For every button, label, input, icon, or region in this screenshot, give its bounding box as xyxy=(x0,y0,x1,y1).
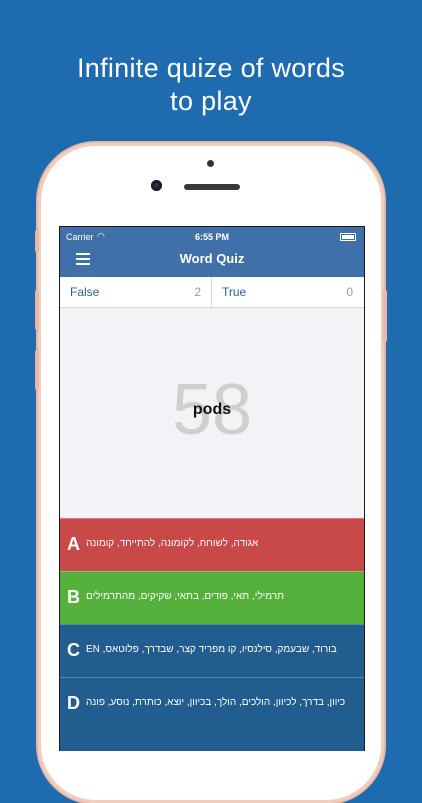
answer-option-d[interactable]: D כיוון, בדרך, לכיוון, הולכים, הולך, בכי… xyxy=(60,677,364,751)
answer-text: כיוון, בדרך, לכיוון, הולכים, הולך, בכיוו… xyxy=(86,697,346,708)
false-score-value: 2 xyxy=(194,285,201,299)
answer-text: אגודה, לשוחח, לקומונה, להתייחד, קומונה xyxy=(86,538,259,549)
battery-icon xyxy=(340,233,356,241)
false-score: False 2 xyxy=(60,277,212,307)
true-score-label: True xyxy=(222,285,247,299)
answer-letter: C xyxy=(67,640,80,660)
volume-up-button xyxy=(35,290,39,330)
answer-text: בורוד, שבעמק, סילנסיו, קו מפריד קצר, שבד… xyxy=(86,644,337,655)
page-title: Word Quiz xyxy=(179,251,245,266)
power-button xyxy=(383,290,387,342)
status-time: 6:55 PM xyxy=(194,232,229,242)
earpiece-speaker xyxy=(184,184,240,190)
answer-letter: A xyxy=(67,534,80,554)
navigation-bar: Carrier ◠ 6:55 PM Word Quiz xyxy=(60,227,364,277)
true-score-value: 0 xyxy=(346,285,353,299)
true-score: True 0 xyxy=(212,277,363,307)
answer-letter: B xyxy=(67,587,80,607)
headline-line-1: Infinite quize of words xyxy=(76,53,346,83)
false-score-label: False xyxy=(70,285,100,299)
score-bar: False 2 True 0 xyxy=(60,277,364,308)
proximity-sensor xyxy=(207,160,214,167)
promo-headline: Infinite quize of words to play xyxy=(0,52,422,118)
quiz-word: pods xyxy=(192,401,232,418)
answer-option-c[interactable]: C בורוד, שבעמק, סילנסיו, קו מפריד קצר, ש… xyxy=(60,624,364,678)
answer-letter: D xyxy=(67,693,80,713)
headline-line-2: to play xyxy=(170,86,252,116)
answer-text: תרמילי, תאי, פודים, בתאי, שקיקים, מהתרמי… xyxy=(86,591,285,602)
volume-down-button xyxy=(35,350,39,390)
answer-option-b[interactable]: B תרמילי, תאי, פודים, בתאי, שקיקים, מהתר… xyxy=(60,571,364,625)
quiz-area: 58 pods xyxy=(60,308,364,518)
app-screen: Carrier ◠ 6:55 PM Word Quiz False 2 True… xyxy=(59,226,365,751)
mute-switch xyxy=(35,230,39,252)
front-camera-icon xyxy=(151,180,162,191)
status-bar: Carrier ◠ 6:55 PM xyxy=(60,227,364,247)
answer-option-a[interactable]: A אגודה, לשוחח, לקומונה, להתייחד, קומונה xyxy=(60,518,364,572)
